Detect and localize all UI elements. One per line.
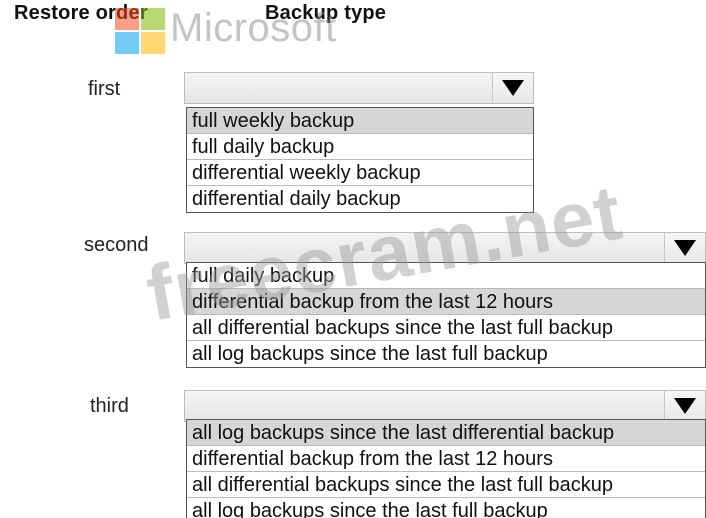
options-list-first: full weekly backup full daily backup dif…: [186, 107, 534, 213]
dropdown-second[interactable]: [184, 232, 706, 264]
triangle-down-icon: [674, 240, 696, 256]
option-third-2[interactable]: all differential backups since the last …: [187, 472, 705, 498]
microsoft-logo-watermark: [115, 8, 167, 54]
microsoft-watermark-text: Microsoft: [170, 6, 337, 50]
dropdown-third[interactable]: [184, 390, 706, 422]
row-label-third: third: [90, 395, 129, 417]
dropdown-third-toggle[interactable]: [664, 391, 705, 421]
option-third-0[interactable]: all log backups since the last different…: [187, 420, 705, 446]
option-first-0[interactable]: full weekly backup: [187, 108, 533, 134]
row-label-first: first: [88, 78, 121, 100]
triangle-down-icon: [502, 80, 524, 96]
option-first-2[interactable]: differential weekly backup: [187, 160, 533, 186]
option-first-3[interactable]: differential daily backup: [187, 186, 533, 212]
option-first-1[interactable]: full daily backup: [187, 134, 533, 160]
row-label-second: second: [84, 234, 149, 256]
option-third-3[interactable]: all log backups since the last full back…: [187, 498, 705, 518]
option-second-3[interactable]: all log backups since the last full back…: [187, 341, 705, 367]
dropdown-second-toggle[interactable]: [664, 233, 705, 263]
options-list-third: all log backups since the last different…: [186, 419, 706, 518]
option-second-2[interactable]: all differential backups since the last …: [187, 315, 705, 341]
dropdown-first[interactable]: [184, 72, 534, 104]
option-third-1[interactable]: differential backup from the last 12 hou…: [187, 446, 705, 472]
option-second-1[interactable]: differential backup from the last 12 hou…: [187, 289, 705, 315]
dropdown-first-toggle[interactable]: [492, 73, 533, 103]
option-second-0[interactable]: full daily backup: [187, 263, 705, 289]
triangle-down-icon: [674, 398, 696, 414]
options-list-second: full daily backup differential backup fr…: [186, 262, 706, 368]
